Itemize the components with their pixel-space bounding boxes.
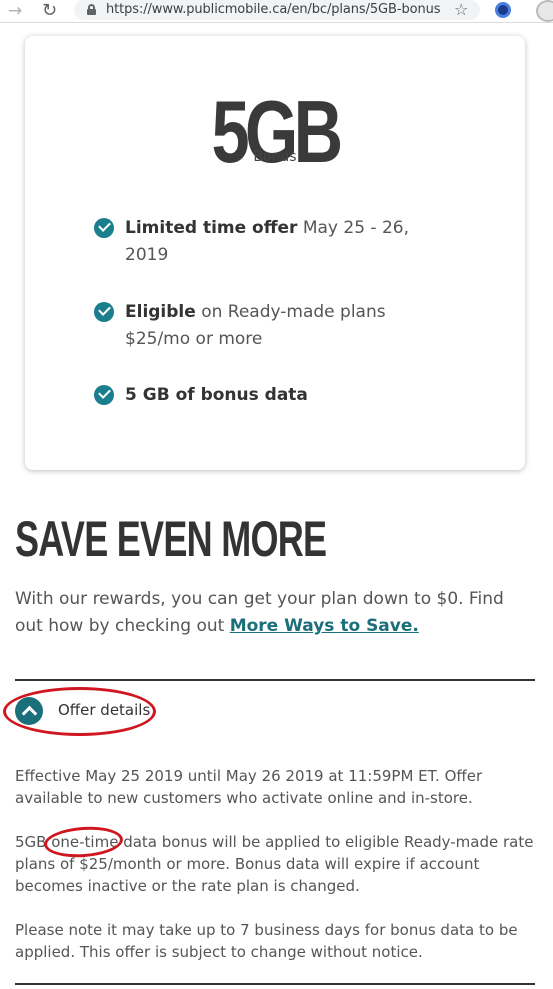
check-circle-icon — [94, 385, 114, 405]
offer-item-bold: 5 GB of bonus data — [125, 385, 308, 405]
lock-icon — [87, 4, 96, 15]
section-title: SAVE EVEN MORE — [15, 511, 327, 567]
reload-icon[interactable]: ↻ — [42, 0, 57, 21]
browser-toolbar: → ↻ https://www.publicmobile.ca/en/bc/pl… — [0, 0, 553, 23]
url-text[interactable]: https://www.publicmobile.ca/en/bc/plans/… — [106, 2, 441, 17]
more-ways-to-save-link[interactable]: More Ways to Save. — [230, 616, 419, 636]
section-text: With our rewards, you can get your plan … — [15, 586, 535, 640]
extension-icon[interactable] — [495, 2, 511, 18]
offer-paragraph: Please note it may take up to 7 business… — [15, 921, 518, 961]
promo-card: 5GB Bonus Limited time offer May 25 - 26… — [25, 36, 525, 470]
address-bar[interactable]: https://www.publicmobile.ca/en/bc/plans/… — [74, 0, 480, 20]
offer-details-label[interactable]: Offer details — [58, 701, 150, 719]
offer-details-toggle[interactable]: Offer details — [15, 697, 315, 727]
offer-item-bold: Limited time offer — [125, 218, 298, 238]
divider — [15, 679, 535, 681]
offer-paragraph: 5GB one-time data bonus will be applied … — [15, 833, 534, 895]
offer-item: Limited time offer May 25 - 26, 2019 — [94, 215, 425, 269]
promo-subheadline: Bonus — [253, 149, 297, 165]
profile-avatar[interactable] — [536, 0, 553, 22]
offer-item-bold: Eligible — [125, 302, 196, 322]
chevron-up-icon[interactable] — [15, 697, 43, 725]
forward-icon[interactable]: → — [8, 1, 22, 21]
offer-paragraph: Effective May 25 2019 until May 26 2019 … — [15, 767, 483, 807]
offer-item: 5 GB of bonus data — [94, 382, 425, 409]
divider — [15, 983, 535, 985]
check-circle-icon — [94, 218, 114, 238]
star-icon[interactable]: ☆ — [454, 0, 468, 19]
offer-item: Eligible on Ready-made plans $25/mo or m… — [94, 299, 425, 353]
check-circle-icon — [94, 302, 114, 322]
